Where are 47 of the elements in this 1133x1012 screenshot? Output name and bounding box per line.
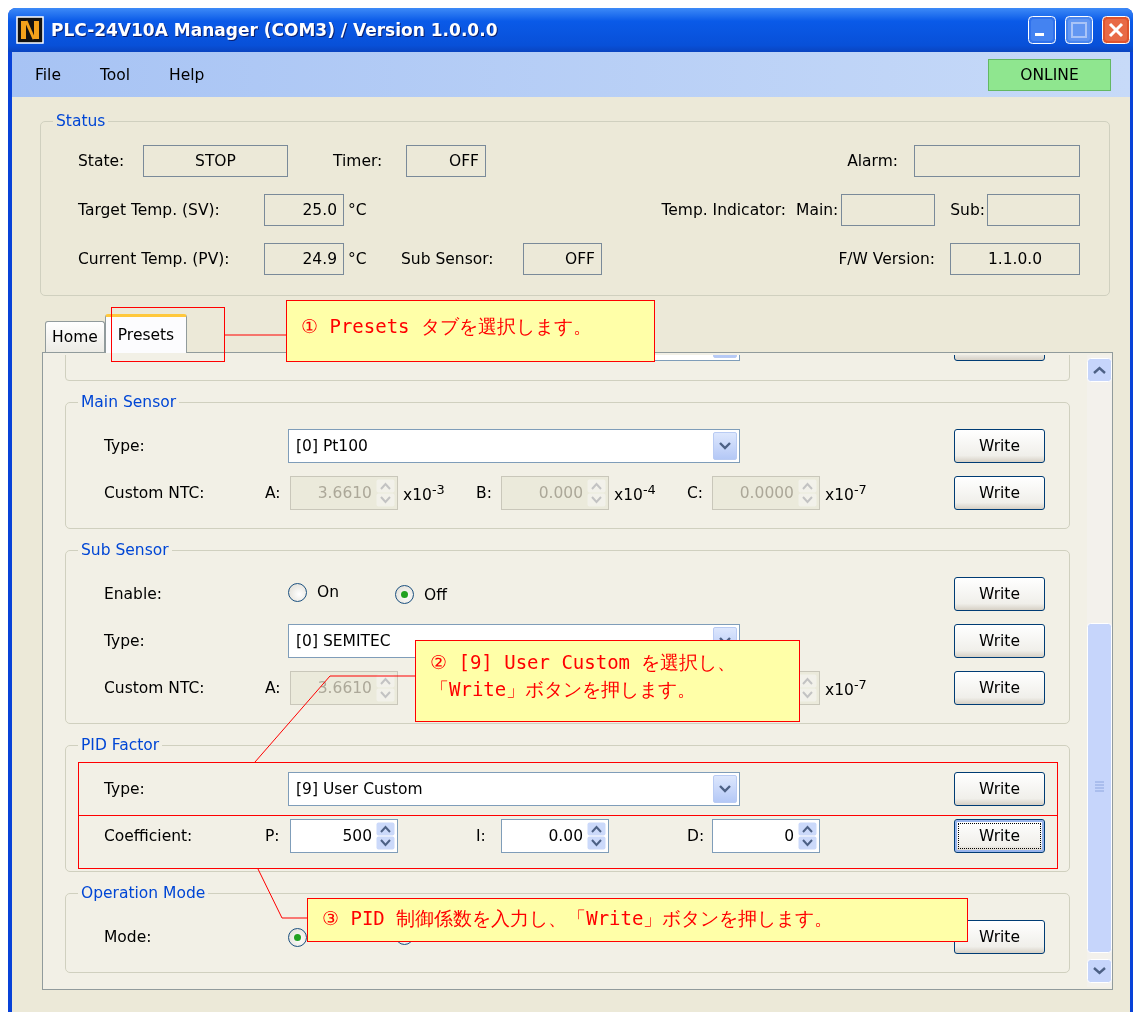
unit-label: x10$^{-4}$ bbox=[613, 481, 657, 505]
field-label: Type: bbox=[104, 780, 146, 798]
field-label: F/W Version: bbox=[838, 250, 935, 268]
sub-sensor-field: OFF bbox=[523, 243, 602, 275]
window-title: PLC-24V10A Manager (COM3) / Version 1.0.0.0 bbox=[51, 20, 498, 40]
current-temp-field: 24.9 bbox=[264, 243, 344, 275]
field-label: Alarm: bbox=[847, 152, 898, 170]
field-label: Target Temp. (SV): bbox=[78, 201, 221, 219]
unit-label: x10$^{-3}$ bbox=[402, 481, 446, 505]
group-title: Sub Sensor bbox=[80, 541, 170, 559]
field-label: Mode: bbox=[104, 928, 153, 946]
field-label: Custom NTC: bbox=[104, 679, 206, 697]
state-field: STOP bbox=[143, 145, 288, 177]
field-label: Timer: bbox=[333, 152, 384, 170]
field-label: A: bbox=[265, 484, 282, 502]
field-label: Enable: bbox=[104, 585, 164, 603]
field-label: State: bbox=[78, 152, 126, 170]
unit-label: °C bbox=[348, 201, 367, 219]
timer-field: OFF bbox=[406, 145, 486, 177]
field-label: Temp. Indicator: bbox=[661, 201, 787, 219]
target-temp-field: 25.0 bbox=[264, 194, 344, 226]
unit-label: x10$^{-7}$ bbox=[824, 481, 868, 505]
connection-status: ONLINE bbox=[988, 58, 1111, 91]
field-label: Coefficient: bbox=[104, 827, 194, 845]
group-title: Operation Mode bbox=[80, 884, 207, 902]
field-label: P: bbox=[265, 827, 281, 845]
field-label: Current Temp. (PV): bbox=[78, 250, 231, 268]
field-label: Sub Sensor: bbox=[401, 250, 495, 268]
field-label: Main: bbox=[796, 201, 839, 219]
field-label: Type: bbox=[104, 632, 146, 650]
unit-label: x10$^{-7}$ bbox=[824, 676, 868, 700]
group-title: Status bbox=[55, 112, 107, 130]
annotation-tooltip: ② [9] User Custom を選択し、 「Write」ボタンを押します。 bbox=[415, 640, 800, 722]
field-label: Custom NTC: bbox=[104, 484, 206, 502]
field-label: A: bbox=[265, 679, 282, 697]
field-label: B: bbox=[476, 484, 493, 502]
field-label: D: bbox=[687, 827, 706, 845]
annotation-tooltip: ③ PID 制御係数を入力し、「Write」ボタンを押します。 bbox=[307, 898, 968, 942]
annotation-tooltip: ① Presets タブを選択します。 bbox=[286, 300, 655, 362]
group-title: Main Sensor bbox=[80, 393, 178, 411]
unit-label: °C bbox=[347, 250, 368, 268]
field-label: I: bbox=[476, 827, 487, 845]
field-label: Sub: bbox=[950, 201, 985, 219]
field-label: Type: bbox=[104, 437, 146, 455]
group-title: PID Factor bbox=[80, 736, 161, 754]
firmware-version-field: 1.1.0.0 bbox=[950, 243, 1080, 275]
field-label: C: bbox=[687, 484, 705, 502]
